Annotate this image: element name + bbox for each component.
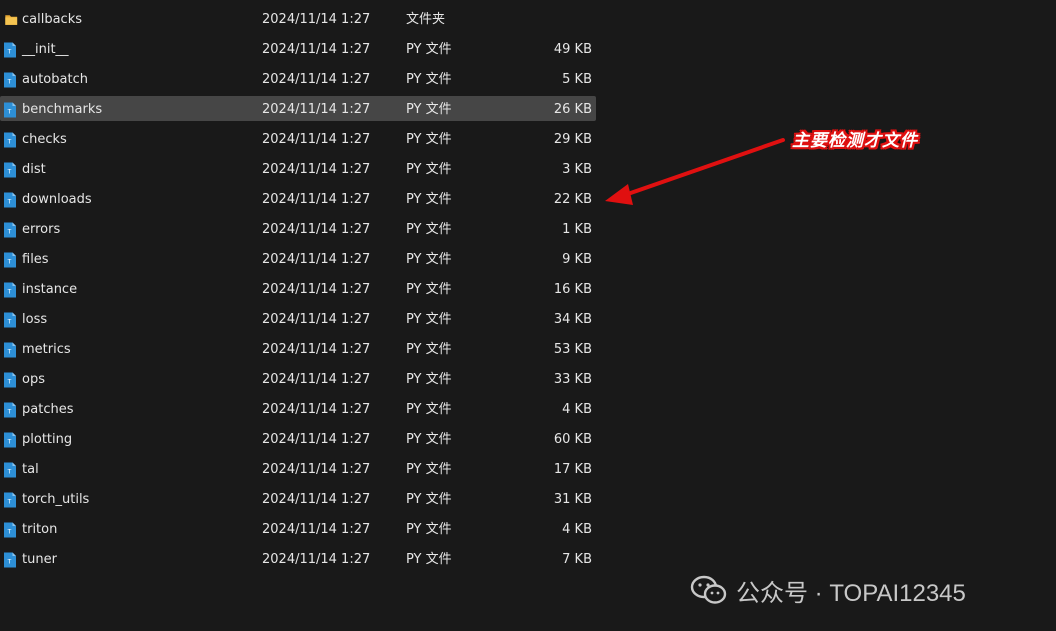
red-arrow-icon	[605, 138, 785, 205]
file-explorer-view: callbacks 2024/11/14 1:27 文件夹 T __init__ 2024…	[0, 0, 1056, 631]
watermark: 公众号 · TOPAI12345	[690, 572, 966, 608]
annotation-label: 主要检测才文件	[792, 131, 918, 151]
watermark-text: 公众号 · TOPAI12345	[736, 579, 966, 607]
wechat-logo-icon	[690, 575, 727, 604]
